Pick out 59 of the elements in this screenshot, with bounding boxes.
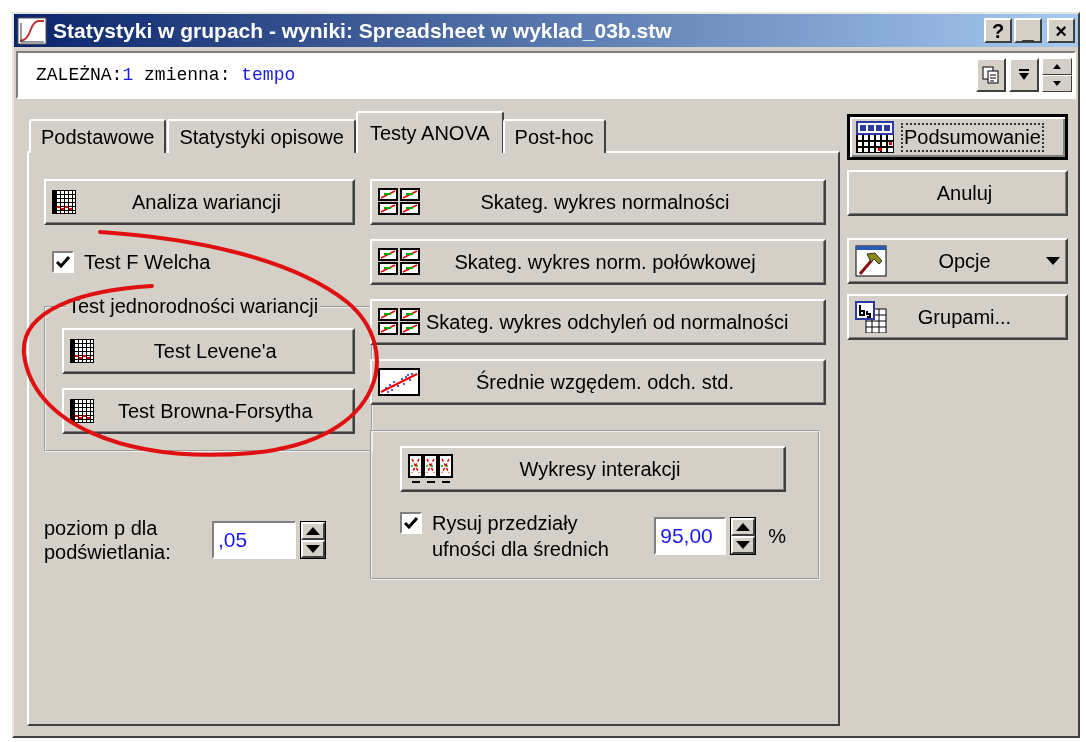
scroll-up-button[interactable] <box>1042 58 1072 75</box>
down-arrow-icon <box>1018 68 1030 82</box>
down-arrow-icon <box>1053 81 1061 86</box>
action-button[interactable]: Skateg. wykres norm. połówkowej <box>370 239 826 285</box>
up-arrow-icon <box>736 523 751 531</box>
copy-button[interactable] <box>976 58 1006 92</box>
action-button[interactable]: Analiza wariancji <box>44 179 355 225</box>
action-button[interactable]: Wykresy interakcji <box>400 446 786 492</box>
checkmark-icon <box>404 517 418 529</box>
action-button[interactable]: Skateg. wykres normalności <box>370 179 826 225</box>
table-icon <box>70 339 94 363</box>
field-label: poziom p dla podświetlania: <box>44 516 172 564</box>
spin-down-button[interactable] <box>301 540 325 558</box>
tab[interactable]: Testy ANOVA <box>355 111 504 153</box>
charts-icon <box>378 248 420 276</box>
unit-label: % <box>768 524 786 548</box>
charts-icon <box>378 308 420 336</box>
spin-up-button[interactable] <box>731 518 756 536</box>
menu-button[interactable] <box>1009 58 1039 92</box>
tab[interactable]: Post-hoc <box>502 119 606 153</box>
action-button[interactable]: Skateg. wykres odchyleń od normalności <box>370 299 826 345</box>
copy-icon <box>981 65 1001 85</box>
number-field[interactable]: 95,00 <box>654 517 727 555</box>
caret-icon <box>1046 257 1060 265</box>
down-arrow-icon <box>736 541 751 549</box>
checkbox[interactable] <box>400 512 422 534</box>
action-button[interactable]: Podsumowanie <box>847 114 1068 160</box>
checkbox-label: Rysuj przedziały ufności dla średnich <box>432 511 610 562</box>
action-button[interactable]: Anuluj <box>847 170 1068 216</box>
window-title: Statystyki w grupach - wyniki: Spreadsheet w wyklad_03b.stw <box>53 18 673 43</box>
spin-down-button[interactable] <box>731 536 756 554</box>
scatter-plot-icon <box>378 368 420 396</box>
action-button[interactable]: Test Browna-Forsytha <box>62 388 355 434</box>
close-button[interactable]: × <box>1047 18 1075 43</box>
table-icon <box>70 399 94 423</box>
summary-table-icon <box>856 121 894 153</box>
chart-icon <box>17 16 47 45</box>
help-button[interactable]: ? <box>984 18 1012 43</box>
checkmark-icon <box>56 256 70 268</box>
action-button[interactable]: Grupami... <box>847 294 1068 340</box>
down-arrow-icon <box>306 545 320 553</box>
number-field[interactable]: ,05 <box>212 521 296 559</box>
scroll-down-button[interactable] <box>1042 75 1072 92</box>
table-icon <box>52 190 76 214</box>
up-arrow-icon <box>306 527 320 535</box>
action-button[interactable]: Test Levene'a <box>62 328 355 374</box>
grouping-table-icon <box>855 301 887 333</box>
charts-icon <box>378 188 420 216</box>
minimize-button[interactable]: _ <box>1014 18 1042 43</box>
spin-up-button[interactable] <box>301 522 325 540</box>
interaction-plot-icon <box>408 454 454 484</box>
options-button[interactable]: Opcje <box>847 238 1068 284</box>
tab[interactable]: Statystyki opisowe <box>167 119 356 153</box>
up-arrow-icon <box>1053 64 1061 69</box>
checkbox-label: Test F Welcha <box>84 250 211 275</box>
checkbox[interactable] <box>52 251 74 273</box>
action-button[interactable]: Średnie wzgędem. odch. std. <box>370 359 826 405</box>
hammer-icon <box>855 245 887 277</box>
tab[interactable]: Podstawowe <box>29 119 167 153</box>
